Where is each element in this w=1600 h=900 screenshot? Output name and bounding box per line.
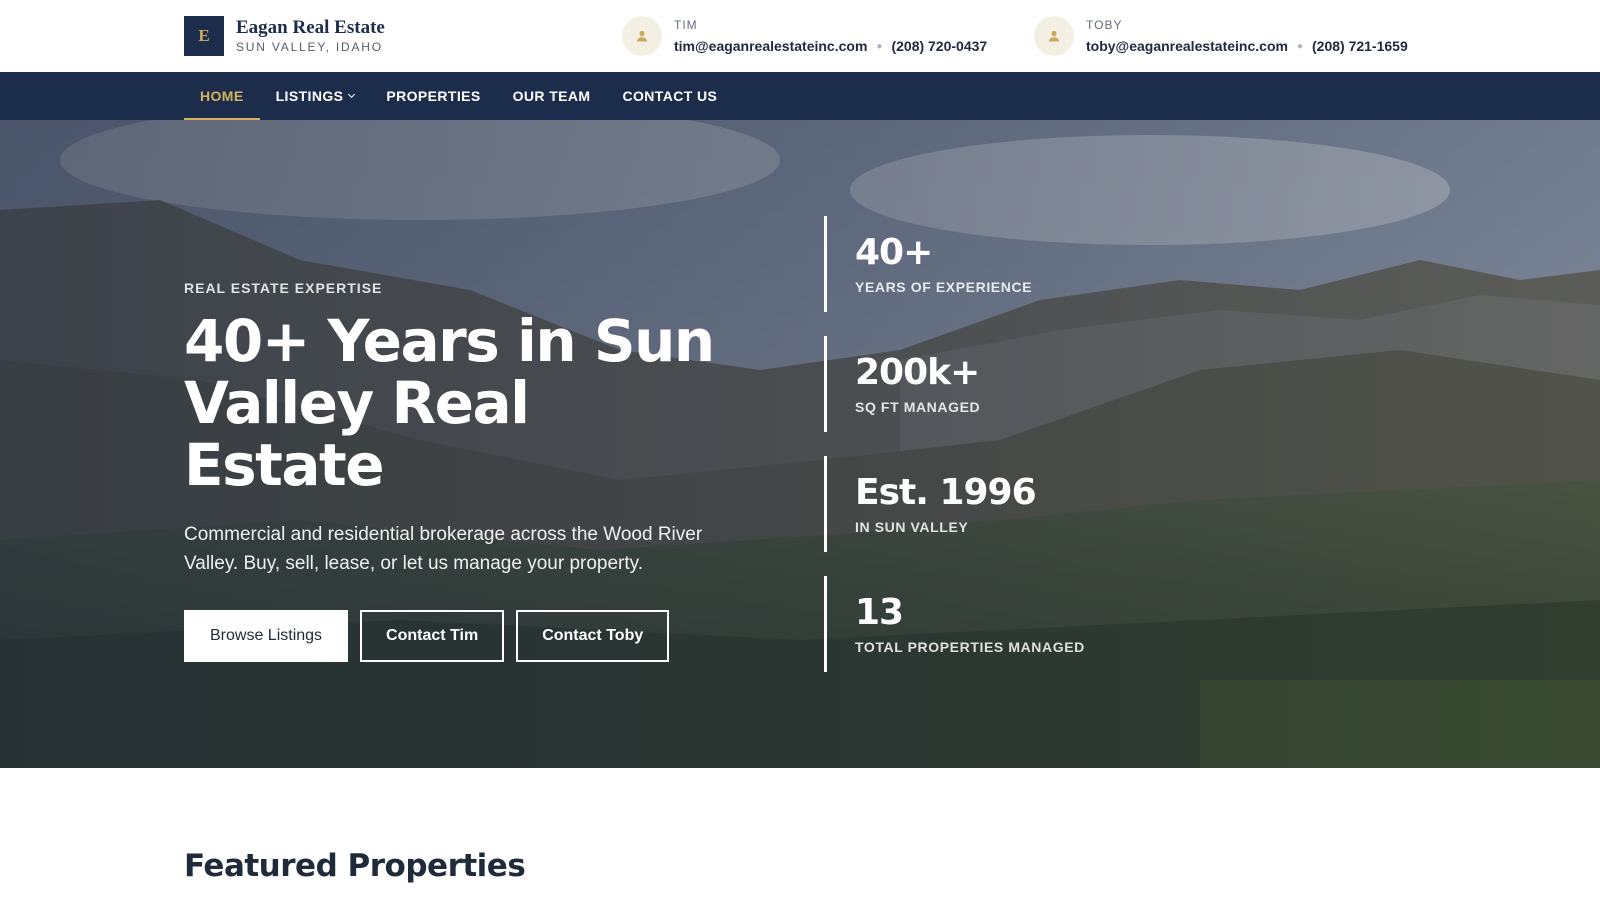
stat-value: 13 bbox=[855, 592, 904, 633]
stat-label: IN SUN VALLEY bbox=[855, 519, 969, 535]
nav-item-contact-us[interactable]: CONTACT US bbox=[607, 72, 734, 120]
chevron-down-icon bbox=[348, 90, 356, 99]
nav-label: PROPERTIES bbox=[386, 88, 481, 104]
logo-mark: E bbox=[184, 16, 224, 56]
hero-description: Commercial and residential brokerage acr… bbox=[184, 524, 703, 574]
logo-link[interactable]: E Eagan Real Estate SUN VALLEY, IDAHO bbox=[184, 16, 385, 56]
contact-info: TOBY toby@eaganrealestateinc.com ● (208)… bbox=[1086, 18, 1408, 54]
brand-location: SUN VALLEY, IDAHO bbox=[236, 39, 383, 54]
logo-text: Eagan Real Estate SUN VALLEY, IDAHO bbox=[236, 16, 385, 55]
stat-years: 40+ YEARS OF EXPERIENCE bbox=[824, 216, 1085, 312]
hero-headline: 40+ Years in Sun Valley Real Estate bbox=[184, 307, 715, 499]
nav-label: OUR TEAM bbox=[512, 88, 591, 104]
hero-stats: 40+ YEARS OF EXPERIENCE 200k+ SQ FT MANA… bbox=[824, 216, 1085, 696]
hero-buttons: Browse Listings Contact Tim Contact Toby bbox=[184, 610, 744, 662]
stat-value: 200k+ bbox=[855, 352, 980, 393]
contact-email-link[interactable]: tim@eaganrealestateinc.com bbox=[674, 38, 867, 54]
nav-item-properties[interactable]: PROPERTIES bbox=[370, 72, 496, 120]
contact-email-link[interactable]: toby@eaganrealestateinc.com bbox=[1086, 38, 1288, 54]
browse-listings-button[interactable]: Browse Listings bbox=[184, 610, 349, 662]
contact-toby-button[interactable]: Contact Toby bbox=[516, 610, 670, 662]
stat-value: Est. 1996 bbox=[855, 472, 1037, 513]
brand-name: Eagan Real Estate bbox=[236, 16, 385, 38]
top-bar: E Eagan Real Estate SUN VALLEY, IDAHO TI… bbox=[0, 0, 1600, 72]
nav-label: LISTINGS bbox=[275, 88, 344, 104]
stat-label: SQ FT MANAGED bbox=[855, 399, 981, 415]
person-icon bbox=[1034, 16, 1074, 56]
contact-name: TIM bbox=[674, 18, 698, 32]
contact-line: toby@eaganrealestateinc.com ● (208) 721-… bbox=[1086, 38, 1408, 54]
nav-item-listings[interactable]: LISTINGS bbox=[260, 72, 371, 120]
nav-item-our-team[interactable]: OUR TEAM bbox=[497, 72, 607, 120]
separator-dot: ● bbox=[876, 40, 883, 52]
person-icon bbox=[622, 16, 662, 56]
hero-content: REAL ESTATE EXPERTISE 40+ Years in Sun V… bbox=[184, 280, 744, 662]
contact-info: TIM tim@eaganrealestateinc.com ● (208) 7… bbox=[674, 18, 987, 54]
hero-section: REAL ESTATE EXPERTISE 40+ Years in Sun V… bbox=[0, 120, 1600, 768]
nav-label: HOME bbox=[200, 88, 244, 104]
stat-label: YEARS OF EXPERIENCE bbox=[855, 279, 1033, 295]
contact-tim-button[interactable]: Contact Tim bbox=[360, 610, 505, 662]
stat-label: TOTAL PROPERTIES MANAGED bbox=[855, 639, 1085, 655]
separator-dot: ● bbox=[1296, 40, 1303, 52]
nav-label: CONTACT US bbox=[622, 88, 718, 104]
contact-toby: TOBY toby@eaganrealestateinc.com ● (208)… bbox=[1034, 16, 1408, 56]
stat-properties: 13 TOTAL PROPERTIES MANAGED bbox=[824, 576, 1085, 672]
stat-sqft: 200k+ SQ FT MANAGED bbox=[824, 336, 1085, 432]
nav-list: HOME LISTINGS PROPERTIES OUR TEAM CONTAC… bbox=[184, 72, 733, 120]
main-nav: HOME LISTINGS PROPERTIES OUR TEAM CONTAC… bbox=[0, 72, 1600, 120]
contact-phone-link[interactable]: (208) 721-1659 bbox=[1312, 38, 1408, 54]
nav-item-home[interactable]: HOME bbox=[184, 72, 260, 120]
hero-eyebrow: REAL ESTATE EXPERTISE bbox=[184, 280, 383, 296]
stat-established: Est. 1996 IN SUN VALLEY bbox=[824, 456, 1085, 552]
contact-line: tim@eaganrealestateinc.com ● (208) 720-0… bbox=[674, 38, 987, 54]
featured-properties-heading: Featured Properties bbox=[184, 848, 526, 884]
contact-tim: TIM tim@eaganrealestateinc.com ● (208) 7… bbox=[622, 16, 987, 56]
stat-value: 40+ bbox=[855, 232, 933, 273]
contact-phone-link[interactable]: (208) 720-0437 bbox=[891, 38, 987, 54]
contact-name: TOBY bbox=[1086, 18, 1123, 32]
